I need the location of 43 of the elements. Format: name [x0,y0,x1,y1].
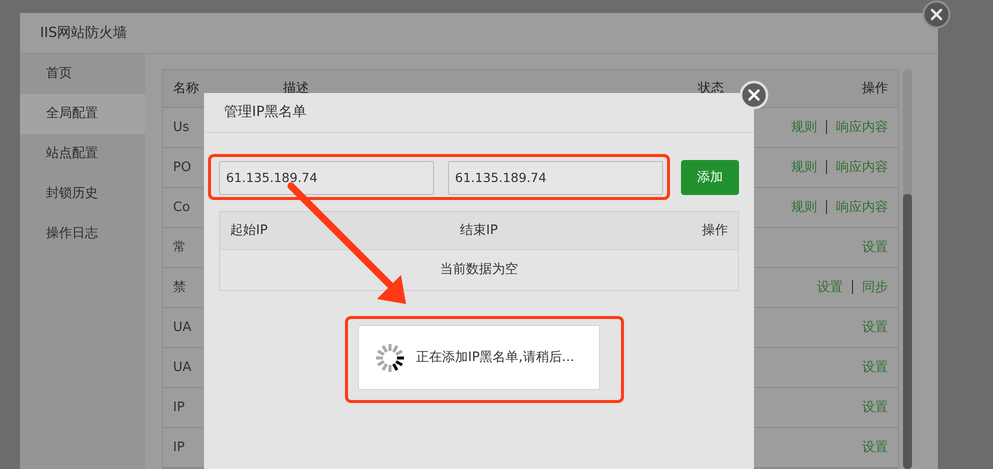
action-link[interactable]: 响应内容 [836,200,888,215]
window-title: IIS网站防火墙 [40,24,128,42]
table-cell-text: Us [173,118,190,137]
table-cell-text: 禁 [173,278,186,297]
action-link[interactable]: 设置 [862,440,888,455]
column-header: 操作 [862,81,888,96]
empty-message: 当前数据为空 [440,261,518,280]
add-button[interactable]: 添加 [681,160,739,195]
action-link[interactable]: 规则 [791,200,817,215]
loading-message: 正在添加IP黑名单,请稍后... [416,348,574,367]
column-header: 操作 [702,222,728,238]
table-cell-text: IP [173,438,185,457]
column-header: 结束IP [460,222,498,238]
column-header: 描述 [283,81,309,96]
table-cell-text: UA [173,318,192,337]
table-cell-text: UA [173,358,192,377]
action-link[interactable]: 设置 [817,280,843,295]
action-link[interactable]: 响应内容 [836,120,888,135]
sidebar-item[interactable]: 首页 [20,54,145,94]
sidebar-item[interactable]: 封锁历史 [20,174,145,214]
action-link[interactable]: 设置 [862,360,888,375]
close-icon[interactable] [922,0,951,29]
table-cell-text: IP [173,398,185,417]
column-header: 名称 [173,81,199,96]
sidebar-item[interactable]: 全局配置 [20,94,145,134]
start-ip-field[interactable]: 61.135.189.74 [219,160,434,194]
table-cell-text: PO [173,158,192,177]
table-cell-text: 常 [173,238,186,257]
action-link[interactable]: 设置 [862,320,888,335]
scrollbar[interactable] [903,69,912,469]
table-cell-text: Co [173,198,190,217]
sidebar-item[interactable]: 站点配置 [20,134,145,174]
action-link[interactable]: 响应内容 [836,160,888,175]
end-ip-field[interactable]: 61.135.189.74 [448,160,663,194]
dialog-title: 管理IP黑名单 [224,103,307,122]
column-header: 起始IP [230,222,268,238]
sidebar-item[interactable]: 操作日志 [20,214,145,254]
action-link[interactable]: 设置 [862,240,888,255]
spinner-icon [374,342,406,374]
action-link[interactable]: 规则 [791,120,817,135]
action-link[interactable]: 设置 [862,400,888,415]
action-link[interactable]: 同步 [862,280,888,295]
action-link[interactable]: 规则 [791,160,817,175]
